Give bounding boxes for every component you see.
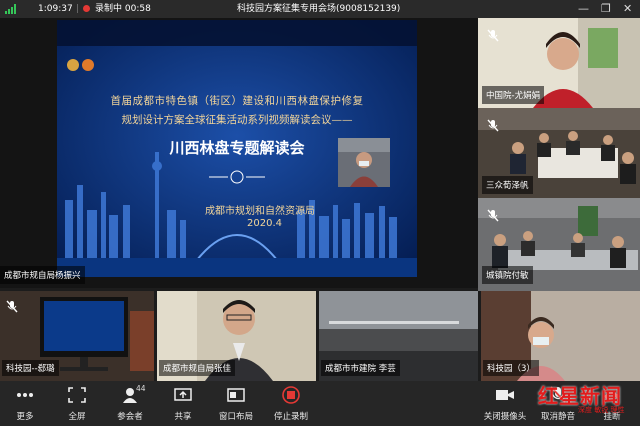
participant-label: 成都市市建院 李芸	[321, 360, 400, 376]
participant-label: 城镇院付敏	[482, 266, 533, 284]
participant-thumbnail-active-speaker[interactable]: 成都市规自局张佳	[157, 291, 316, 381]
camera-off-button[interactable]: 关闭摄像头	[480, 381, 530, 426]
muted-mic-icon	[6, 299, 18, 313]
person-video	[338, 138, 390, 187]
participant-thumbnail[interactable]: 科技园（3）	[481, 291, 640, 381]
main-speaker-label: 成都市规自局杨振兴	[0, 266, 85, 284]
muted-mic-icon	[487, 28, 499, 42]
participant-tile[interactable]: 三众荀泽帆	[478, 108, 640, 198]
participant-label: 中国院-尤娟娟	[482, 86, 545, 104]
camera-icon	[496, 390, 514, 400]
meeting-duration: 1:09:37	[38, 4, 73, 14]
recording-dot-icon	[83, 5, 90, 12]
fullscreen-icon	[68, 387, 86, 403]
more-dots-icon	[17, 393, 33, 397]
participant-label: 三众荀泽帆	[482, 176, 533, 194]
slide-organization: 成都市规划和自然资源局	[205, 206, 315, 217]
signal-icon	[5, 4, 19, 14]
main-speaker-view[interactable]: 首届成都市特色镇（街区）建设和川西林盘保护修复 规划设计方案全球征集活动系列视频…	[0, 18, 478, 288]
stop-record-icon	[282, 386, 300, 404]
participant-label: 科技园--郄璐	[2, 360, 59, 376]
watermark-slogan: 深度 敏锐 理性	[578, 406, 625, 414]
share-screen-icon	[174, 388, 192, 401]
slide-title-line2: 规划设计方案全球征集活动系列视频解读会议——	[121, 114, 353, 126]
logo-icon	[82, 59, 94, 71]
participant-label: 成都市规自局张佳	[159, 360, 236, 376]
slide-title-line1: 首届成都市特色镇（街区）建设和川西林盘保护修复	[110, 95, 364, 107]
participant-tile[interactable]: 城镇院付敏	[478, 198, 640, 291]
window-layout-button[interactable]: 窗口布局	[211, 381, 261, 426]
muted-mic-icon	[487, 118, 499, 132]
muted-mic-icon	[487, 208, 499, 222]
more-button[interactable]: 更多	[0, 381, 50, 426]
participant-label: 科技园（3）	[483, 360, 539, 376]
recording-status: 录制中 00:58	[95, 4, 151, 14]
restore-icon[interactable]: ❐	[601, 0, 611, 18]
stop-recording-button[interactable]: 停止录制	[266, 381, 316, 426]
participant-thumbnail[interactable]: 科技园--郄璐	[0, 291, 154, 381]
participant-thumbnail[interactable]: 成都市市建院 李芸	[319, 291, 478, 381]
slide-date: 2020.4	[247, 218, 282, 229]
share-button[interactable]: 共享	[158, 381, 208, 426]
meeting-title: 科技园方案征集专用会场(9008152139)	[237, 4, 401, 14]
status-bar: 1:09:37 | 录制中 00:58 科技园方案征集专用会场(90081521…	[0, 0, 640, 18]
presenter-inset-video[interactable]	[338, 138, 390, 187]
fullscreen-button[interactable]: 全屏	[52, 381, 102, 426]
divider: |	[76, 4, 80, 14]
close-icon[interactable]: ✕	[623, 0, 632, 18]
participants-count: 44	[136, 384, 146, 393]
minimize-icon[interactable]: —	[578, 0, 589, 18]
organizer-logos	[67, 56, 97, 75]
layout-icon	[227, 388, 245, 402]
participants-button[interactable]: 44 参会者	[105, 381, 155, 426]
participant-tile[interactable]: 中国院-尤娟娟	[478, 18, 640, 108]
logo-icon	[67, 59, 79, 71]
